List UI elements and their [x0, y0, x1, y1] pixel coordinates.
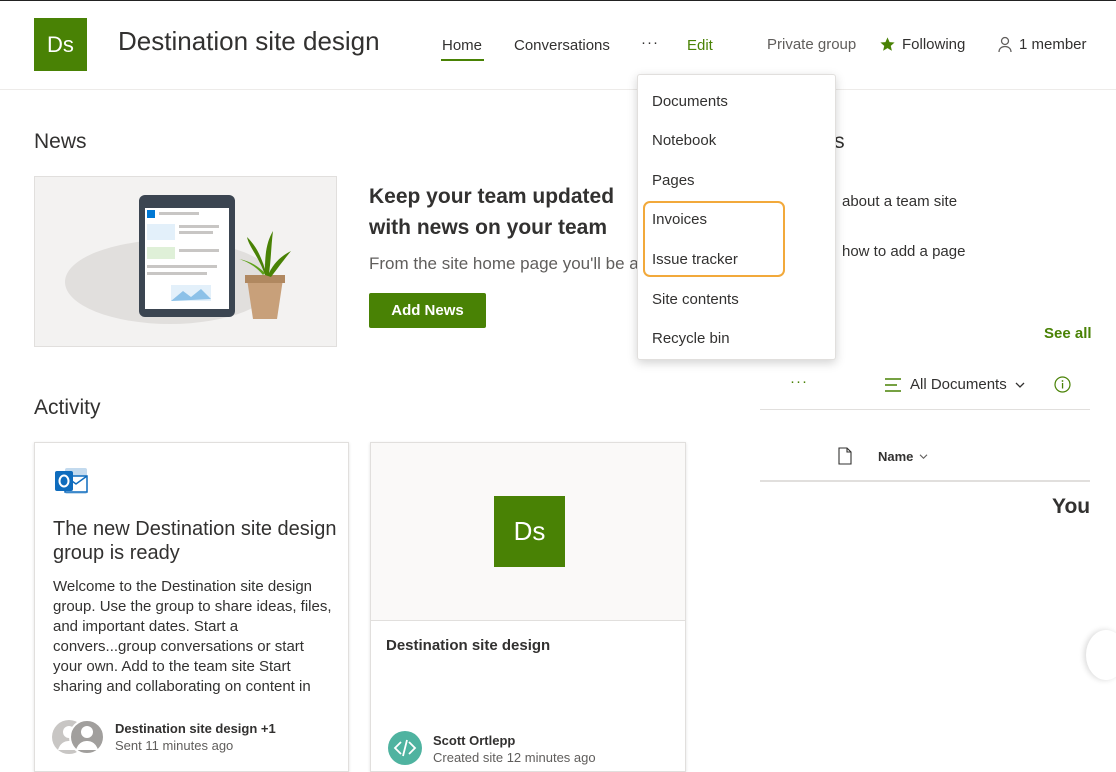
nav-home[interactable]: Home [442, 37, 482, 54]
privacy-text: Private group [767, 36, 857, 53]
site-logo[interactable]: Ds [34, 18, 87, 71]
activity-card-welcome[interactable]: The new Destination site design group is… [34, 442, 349, 772]
documents-column-header: Name [760, 440, 1090, 480]
tablet-plant-illustration [65, 195, 291, 324]
card-title: Destination site design [386, 637, 551, 654]
news-headline[interactable]: Keep your team updated with news on your… [369, 181, 639, 243]
floating-panel-edge[interactable] [1086, 630, 1116, 680]
file-type-icon [838, 447, 852, 465]
menu-item-pages[interactable]: Pages [652, 172, 695, 189]
activity-section-title: Activity [34, 396, 101, 419]
news-illustration[interactable] [34, 176, 337, 347]
site-title[interactable]: Destination site design [118, 26, 380, 57]
menu-item-recycle-bin[interactable]: Recycle bin [652, 330, 730, 347]
members-button[interactable]: 1 member [997, 36, 1087, 53]
chevron-down-icon [920, 454, 928, 460]
card-author[interactable]: Scott Ortlepp [433, 733, 515, 748]
person-icon [998, 36, 1012, 53]
menu-item-documents[interactable]: Documents [652, 93, 728, 110]
documents-empty-message: You [1052, 495, 1091, 518]
activity-card-site[interactable]: Ds Destination site design Scott Ortlepp… [370, 442, 686, 772]
documents-view-selector[interactable]: All Documents [884, 376, 1025, 393]
documents-toolbar-divider [760, 409, 1090, 410]
documents-view-label: All Documents [910, 376, 1007, 393]
documents-header-divider [760, 480, 1090, 482]
following-button[interactable]: Following [879, 36, 965, 53]
group-avatars [51, 719, 105, 755]
avatar-placeholder-icon [52, 719, 105, 755]
column-name-label: Name [878, 449, 914, 464]
quick-link-add-page[interactable]: how to add a page [842, 243, 965, 260]
nav-edit[interactable]: Edit [687, 37, 713, 54]
column-name-header[interactable]: Name [878, 449, 928, 464]
documents-info-button[interactable] [1054, 376, 1071, 393]
site-thumbnail-logo: Ds [494, 496, 565, 567]
outlook-icon [55, 468, 88, 494]
code-brackets-icon [393, 739, 417, 757]
documents-see-all-link[interactable]: See all [1044, 325, 1092, 342]
add-news-button[interactable]: Add News [369, 293, 486, 328]
highlight-annotation-box [643, 201, 785, 277]
chevron-down-icon [1015, 382, 1025, 388]
card-timestamp: Created site 12 minutes ago [433, 750, 596, 765]
privacy-label: Private group [767, 36, 856, 53]
card-author[interactable]: Destination site design +1 [115, 721, 276, 736]
site-thumbnail-initials: Ds [513, 516, 546, 546]
following-label: Following [902, 36, 966, 53]
documents-more-button[interactable]: ··· [790, 373, 808, 390]
nav-more-button[interactable]: ··· [641, 34, 659, 51]
star-filled-icon [880, 37, 895, 51]
menu-item-site-contents[interactable]: Site contents [652, 291, 739, 308]
code-avatar [388, 731, 422, 765]
card-title: The new Destination site design group is… [53, 518, 337, 564]
menu-item-notebook[interactable]: Notebook [652, 132, 716, 149]
nav-home-active-indicator [441, 59, 484, 61]
site-logo-initials: Ds [47, 31, 74, 57]
card-timestamp: Sent 11 minutes ago [115, 738, 234, 753]
card-body: Welcome to the Destination site design g… [53, 578, 332, 695]
members-label: 1 member [1019, 36, 1087, 53]
news-section-title: News [34, 130, 87, 153]
info-icon [1054, 376, 1071, 393]
nav-conversations[interactable]: Conversations [514, 37, 610, 54]
quick-link-team-site[interactable]: about a team site [842, 193, 957, 210]
news-subtext: From the site home page you'll be able t… [369, 254, 637, 273]
list-view-icon [885, 377, 901, 392]
